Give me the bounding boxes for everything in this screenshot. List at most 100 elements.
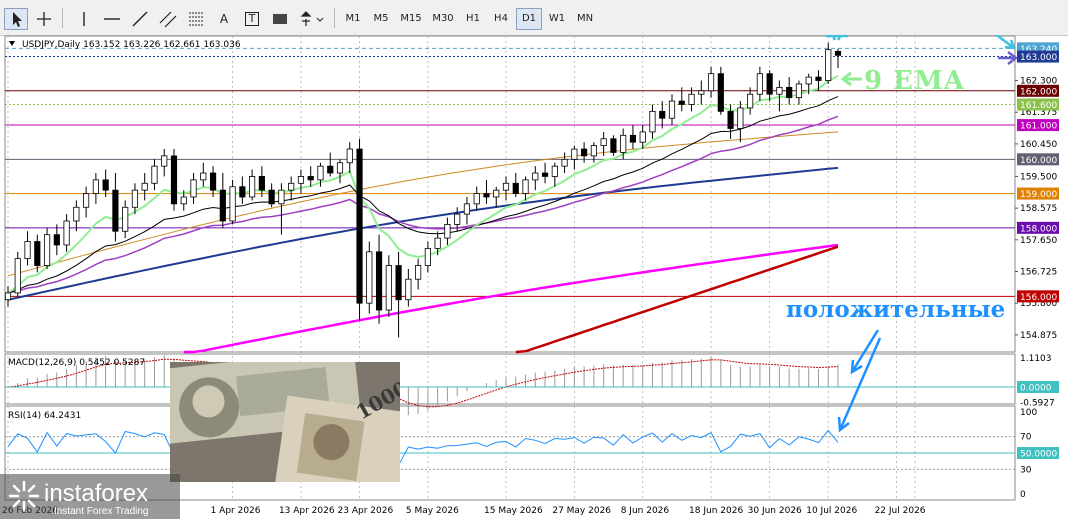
date-axis-label: 15 May 2026 <box>484 506 543 516</box>
candle-body <box>288 182 295 191</box>
candle <box>170 149 178 211</box>
candle-body <box>424 247 431 266</box>
candle-body <box>756 73 763 95</box>
timeframe-m15[interactable]: M15 <box>396 8 426 30</box>
cursor-icon[interactable] <box>4 8 28 30</box>
candle <box>610 135 617 156</box>
rsi-tick-label: 0 <box>1020 490 1026 500</box>
rsi-tick-label: 70 <box>1020 433 1032 443</box>
price-level-label: 162.000 <box>1017 84 1059 97</box>
timeframe-m30[interactable]: M30 <box>428 8 458 30</box>
candle-body <box>43 234 51 266</box>
candle-body <box>336 162 344 174</box>
price-level-label: 160.000 <box>1017 153 1059 166</box>
candle-body <box>278 189 285 205</box>
candle-body <box>63 220 70 246</box>
date-axis-label: 27 May 2026 <box>552 506 611 516</box>
price-level-label-text: 158.000 <box>1020 224 1057 234</box>
candle-body <box>571 148 578 160</box>
candle-body <box>14 258 21 294</box>
toolbar: A T M1 M5 M15 M30 H1 H4 D1 W1 MN <box>0 0 1068 36</box>
candle-body <box>249 176 256 198</box>
date-axis-label: 5 May 2026 <box>406 506 459 516</box>
timeframe-h4[interactable]: H4 <box>488 8 514 30</box>
ema-annotation-label: 9 EMA <box>864 66 965 96</box>
candle-body <box>707 73 715 92</box>
candle-body <box>581 148 588 157</box>
instaforex-logo-mark <box>8 480 40 512</box>
candle-body <box>151 165 158 184</box>
rsi-level-label: 50.0000 <box>1020 450 1057 460</box>
channel-icon[interactable] <box>156 8 180 30</box>
candle-body <box>122 206 129 232</box>
candle-body <box>776 86 783 95</box>
candle-body <box>83 193 90 208</box>
timeframe-w1[interactable]: W1 <box>544 8 570 30</box>
date-axis-label: 30 Jun 2026 <box>748 506 802 516</box>
candle <box>229 179 236 225</box>
horizontal-line-icon[interactable] <box>100 8 124 30</box>
candle-body <box>112 189 119 232</box>
candle-body <box>815 76 822 81</box>
price-level-label-text: 159.000 <box>1020 190 1057 200</box>
trendline-icon[interactable] <box>128 8 152 30</box>
candle-body <box>668 100 676 119</box>
candle-body <box>395 265 402 301</box>
candle-body <box>434 237 441 249</box>
candle-body <box>268 189 275 205</box>
price-level-label: 159.000 <box>1017 187 1059 200</box>
candle-body <box>366 251 373 304</box>
candle-body <box>620 134 627 153</box>
candle-body <box>405 278 412 301</box>
banknotes-photo: 1000 <box>170 362 400 482</box>
candle-body <box>346 148 353 164</box>
timeframe-d1[interactable]: D1 <box>516 8 542 30</box>
timeframe-m1[interactable]: M1 <box>340 8 366 30</box>
timeframe-m5[interactable]: M5 <box>368 8 394 30</box>
candle-body <box>444 224 451 239</box>
price-chart[interactable]: USDJPY,Daily 163.152 163.226 162.661 163… <box>0 35 1068 519</box>
fibonacci-icon[interactable] <box>184 8 208 30</box>
macd-tick-label: 1.1103 <box>1020 354 1052 364</box>
candle-body <box>307 176 314 181</box>
label-icon[interactable]: T <box>240 8 264 30</box>
date-axis-label: 13 Apr 2026 <box>279 506 335 516</box>
candle-body <box>834 50 842 56</box>
candle-body <box>532 172 539 181</box>
candle-body <box>356 148 363 304</box>
price-tick-label: 157.650 <box>1020 236 1057 246</box>
price-tick-label: 154.875 <box>1020 331 1057 341</box>
price-level-label-text: 163.000 <box>1020 53 1057 63</box>
rsi-label: RSI(14) 64.2431 <box>8 411 81 421</box>
price-tick-label: 159.500 <box>1020 172 1057 182</box>
candle-body <box>229 186 236 222</box>
candle-body <box>766 73 773 95</box>
toolbar-separator <box>62 8 63 28</box>
candle-body <box>24 241 31 260</box>
candle-body <box>512 182 519 194</box>
macd-label: MACD(12,26,9) 0.5452 0.5287 <box>8 358 145 368</box>
candle-body <box>493 189 500 198</box>
candle-body <box>805 76 812 85</box>
macd-tick-label: 0.0000 <box>1020 384 1052 394</box>
price-level-label: 163.000 <box>1017 50 1059 63</box>
candle-body <box>610 138 617 153</box>
timeframe-h1[interactable]: H1 <box>460 8 486 30</box>
price-level-label: 161.000 <box>1017 119 1059 132</box>
candle-body <box>209 172 217 191</box>
candle-body <box>258 176 265 191</box>
candle-body <box>200 172 207 181</box>
vertical-line-icon[interactable] <box>72 8 96 30</box>
candle-body <box>649 110 656 133</box>
candle-body <box>141 182 148 191</box>
timeframe-mn[interactable]: MN <box>572 8 598 30</box>
rectangle-icon[interactable] <box>268 8 292 30</box>
shapes-icon[interactable] <box>296 8 328 30</box>
text-icon[interactable]: A <box>212 8 236 30</box>
crosshair-icon[interactable] <box>32 8 56 30</box>
candle-body <box>415 265 422 280</box>
date-axis-label: 23 Apr 2026 <box>338 506 394 516</box>
symbol-header: USDJPY,Daily 163.152 163.226 162.661 163… <box>22 40 241 50</box>
date-axis-label: 18 Jun 2026 <box>689 506 743 516</box>
candle-body <box>659 110 666 119</box>
